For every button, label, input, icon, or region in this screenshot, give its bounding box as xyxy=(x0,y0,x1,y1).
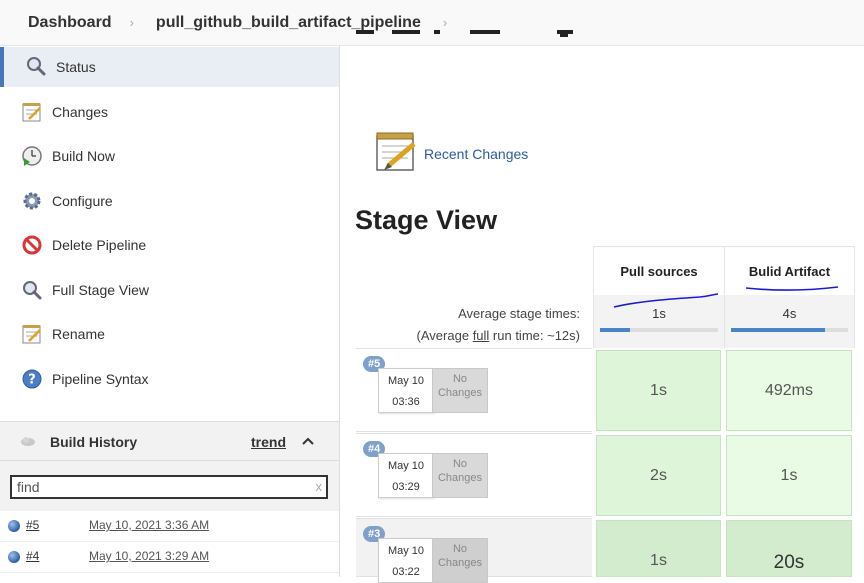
sidebar-item-label: Full Stage View xyxy=(52,282,150,298)
notepad-icon xyxy=(22,103,41,122)
status-ball-icon xyxy=(8,551,20,563)
run-row: #5 May 10 03:36 No Changes xyxy=(356,348,592,432)
stage-cell[interactable]: 2s xyxy=(596,435,721,516)
stage-cell[interactable]: 20s xyxy=(726,520,852,577)
notepad-icon xyxy=(376,132,416,171)
sidebar-item-label: Configure xyxy=(52,193,113,209)
sidebar: Status Changes Build Now Configure Delet… xyxy=(0,46,340,577)
status-ball-icon xyxy=(8,520,20,532)
sidebar-item-status[interactable]: Status xyxy=(0,47,339,87)
sidebar-item-label: Status xyxy=(56,59,96,75)
sidebar-item-full-stage-view[interactable]: Full Stage View xyxy=(0,270,339,310)
full-run-link[interactable]: full xyxy=(473,328,490,343)
find-input[interactable]: find x xyxy=(10,475,328,499)
sidebar-item-build-now[interactable]: Build Now xyxy=(0,136,339,176)
build-date-link[interactable]: May 10, 2021 3:36 AM xyxy=(89,518,209,532)
sidebar-item-label: Build Now xyxy=(52,148,116,164)
breadcrumb-dashboard[interactable]: Dashboard xyxy=(0,14,112,32)
sidebar-item-rename[interactable]: Rename xyxy=(0,314,339,354)
annotation-underline xyxy=(613,286,839,308)
build-filter: find x xyxy=(0,461,339,511)
no-changes-box: No Changes xyxy=(432,368,488,413)
no-changes-box: No Changes xyxy=(432,538,488,583)
sidebar-item-configure[interactable]: Configure xyxy=(0,181,339,221)
chevron-right-icon[interactable]: › xyxy=(443,15,447,30)
run-date: May 10 03:22 xyxy=(378,538,434,583)
average-full-run-time: (Average full run time: ~12s) xyxy=(416,328,580,343)
notepad-icon xyxy=(22,325,41,344)
stage-cell[interactable]: 1s xyxy=(596,520,721,577)
sidebar-item-label: Delete Pipeline xyxy=(52,237,147,253)
sidebar-item-changes[interactable]: Changes xyxy=(0,92,339,132)
no-changes-box: No Changes xyxy=(432,453,488,498)
chevron-up-icon[interactable] xyxy=(301,436,315,446)
run-date: May 10 03:29 xyxy=(378,453,434,498)
trend-link[interactable]: trend xyxy=(251,434,286,450)
search-icon xyxy=(23,281,42,300)
avg-progress-fill xyxy=(600,328,630,332)
clock-play-icon xyxy=(22,146,42,166)
stage-cell[interactable]: 1s xyxy=(726,435,852,516)
help-icon: ? xyxy=(22,369,42,389)
build-date-link[interactable]: May 10, 2021 3:29 AM xyxy=(89,549,209,563)
sidebar-item-delete-pipeline[interactable]: Delete Pipeline xyxy=(0,225,339,265)
cloud-icon xyxy=(21,437,35,446)
build-history-title: Build History xyxy=(50,434,138,450)
sidebar-item-pipeline-syntax[interactable]: ? Pipeline Syntax xyxy=(0,359,339,399)
search-icon xyxy=(27,57,46,76)
run-row: #4 May 10 03:29 No Changes xyxy=(356,433,592,517)
svg-text:?: ? xyxy=(28,373,36,388)
run-date: May 10 03:36 xyxy=(378,368,434,413)
avg-progress-fill xyxy=(731,328,825,332)
sidebar-item-label: Changes xyxy=(52,104,109,120)
sidebar-item-label: Pipeline Syntax xyxy=(52,371,149,387)
clear-icon[interactable]: x xyxy=(316,477,323,497)
stage-view-title: Stage View xyxy=(355,205,498,235)
breadcrumb-pipeline[interactable]: pull_github_build_artifact_pipeline xyxy=(134,14,421,32)
build-row: #4 May 10, 2021 3:29 AM xyxy=(0,542,339,573)
no-entry-icon xyxy=(22,235,42,255)
run-row: #3 May 10 03:22 No Changes xyxy=(356,518,592,583)
build-history-header: Build History trend xyxy=(0,421,339,461)
build-number-link[interactable]: #5 xyxy=(26,518,39,532)
build-row: #5 May 10, 2021 3:36 AM xyxy=(0,511,339,542)
sidebar-item-label: Rename xyxy=(52,326,105,342)
gear-icon xyxy=(23,192,41,210)
page-title-fragment xyxy=(356,30,573,37)
build-number-link[interactable]: #4 xyxy=(26,549,39,563)
stage-cell[interactable]: 1s xyxy=(596,350,721,431)
average-stage-times-label: Average stage times: xyxy=(458,306,580,321)
stage-cell[interactable]: 492ms xyxy=(726,350,852,431)
recent-changes-link[interactable]: Recent Changes xyxy=(424,146,528,162)
